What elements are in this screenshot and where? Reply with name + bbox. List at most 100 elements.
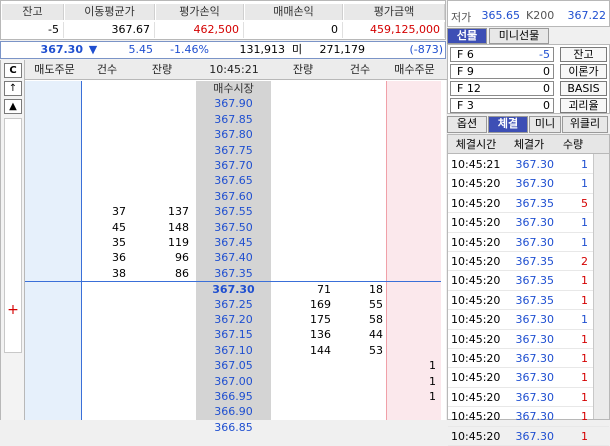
order-book-row[interactable]: 36 96 367.40	[25, 250, 441, 265]
price[interactable]: 366.90	[196, 404, 271, 419]
order-book-row[interactable]: 367.80	[25, 127, 441, 142]
balance-button[interactable]: 잔고	[560, 47, 607, 62]
theoretical-price-button[interactable]: 이론가	[560, 64, 607, 79]
price[interactable]: 367.80	[196, 127, 271, 142]
price[interactable]: 367.65	[196, 173, 271, 188]
quote-info: 저가 365.65 K200 367.22	[447, 0, 610, 27]
futures-row-f3[interactable]: F 3 0	[450, 98, 554, 113]
price[interactable]: 367.85	[196, 112, 271, 127]
buy-count: 44	[369, 328, 383, 342]
price[interactable]: 367.25	[196, 297, 271, 312]
trade-time: 10:45:20	[451, 274, 501, 288]
order-book-row[interactable]: 35 119 367.45	[25, 235, 441, 250]
tab-weekly[interactable]: 위클리	[562, 116, 608, 133]
price[interactable]: 367.70	[196, 158, 271, 173]
futures-list: F 6 -5 잔고 F 9 0 이론가 F 12 0 BASIS F 3 0 괴…	[447, 44, 610, 114]
order-book-row[interactable]: 37 137 367.55	[25, 204, 441, 219]
trade-time: 10:45:20	[451, 410, 501, 424]
price-change: 5.45	[128, 43, 154, 56]
futures-value: 0	[543, 82, 550, 95]
order-book-row[interactable]: 367.15 136 44	[25, 327, 441, 342]
trade-time: 10:45:20	[451, 332, 501, 346]
buy-qty: 71	[317, 283, 331, 297]
order-book-row[interactable]: 45 148 367.50	[25, 220, 441, 235]
tab-trades[interactable]: 체결	[488, 116, 528, 133]
buy-order: 1	[429, 374, 436, 388]
order-book-row[interactable]: 367.20 175 58	[25, 312, 441, 327]
order-book-row[interactable]: 367.05 1	[25, 358, 441, 373]
trade-row: 10:45:20 367.30 1	[448, 174, 609, 194]
buy-order: 1	[429, 359, 436, 373]
futures-value: 0	[543, 65, 550, 78]
order-book-row[interactable]: 367.60	[25, 189, 441, 204]
price[interactable]: 366.85	[196, 420, 271, 435]
price[interactable]: 367.40	[196, 250, 271, 265]
trade-scrollbar[interactable]	[593, 154, 609, 419]
order-book-row[interactable]: 367.10 144 53	[25, 343, 441, 358]
tab-mini-futures[interactable]: 미니선물	[489, 28, 549, 44]
trade-qty: 1	[581, 274, 588, 288]
price[interactable]: 367.50	[196, 220, 271, 235]
price[interactable]: 367.55	[196, 204, 271, 219]
trade-qty: 5	[581, 196, 588, 210]
low-price-label: 저가	[451, 11, 472, 24]
price[interactable]: 367.20	[196, 312, 271, 327]
buy-qty: 136	[310, 328, 331, 342]
trade-price: 367.35	[515, 293, 555, 307]
order-book-row[interactable]: 366.85	[25, 420, 441, 435]
header-buy-qty: 잔량	[292, 63, 314, 76]
header-trade-time: 체결시간	[455, 138, 497, 151]
futures-row-f12[interactable]: F 12 0	[450, 81, 554, 96]
price[interactable]: 367.15	[196, 327, 271, 342]
tab-futures[interactable]: 선물	[447, 28, 487, 44]
order-book-row[interactable]: 367.25 169 55	[25, 297, 441, 312]
buy-count: 53	[369, 343, 383, 357]
tab-options[interactable]: 옵션	[447, 116, 487, 133]
trade-qty: 1	[581, 313, 588, 327]
clear-button[interactable]: C	[4, 63, 22, 78]
tab-mini[interactable]: 미니	[529, 116, 561, 133]
order-book-row[interactable]: 매수시장	[25, 81, 441, 96]
price[interactable]: 367.45	[196, 235, 271, 250]
order-book-row[interactable]: 366.95 1	[25, 389, 441, 404]
price[interactable]: 367.90	[196, 96, 271, 111]
buy-count: 58	[369, 313, 383, 326]
trade-price: 367.30	[515, 332, 555, 346]
buy-count: 55	[369, 297, 383, 311]
trade-time: 10:45:20	[451, 216, 501, 230]
order-book-row[interactable]: 367.70	[25, 158, 441, 173]
order-book-row[interactable]: 367.90	[25, 96, 441, 111]
price[interactable]: 367.30	[196, 282, 271, 297]
order-book-row[interactable]: 38 86 367.35	[25, 266, 441, 281]
price[interactable]: 367.35	[196, 266, 271, 281]
trade-price: 367.30	[515, 158, 555, 171]
basis-button[interactable]: BASIS	[560, 81, 607, 96]
order-book-row[interactable]: 367.65	[25, 173, 441, 188]
price[interactable]: 367.60	[196, 189, 271, 204]
futures-value: 0	[543, 99, 550, 112]
trade-qty: 1	[581, 293, 588, 307]
summary-header-eval-pl: 평가손익	[156, 4, 244, 20]
price[interactable]: 매수시장	[196, 81, 271, 96]
order-book-row[interactable]: 367.75	[25, 143, 441, 158]
order-book-row[interactable]: 367.85	[25, 112, 441, 127]
disparity-button[interactable]: 괴리율	[560, 98, 607, 113]
sell-qty: 119	[168, 236, 189, 249]
price[interactable]: 367.75	[196, 143, 271, 158]
trade-time: 10:45:21	[451, 158, 501, 171]
futures-row-f9[interactable]: F 9 0	[450, 64, 554, 79]
price[interactable]: 367.10	[196, 343, 271, 358]
trade-price: 367.30	[515, 216, 555, 230]
trade-row: 10:45:20 367.35 5	[448, 194, 609, 214]
price[interactable]: 366.95	[196, 389, 271, 404]
trade-tabs: 옵션 체결 미니 위클리	[447, 116, 610, 133]
order-book-row[interactable]: 367.30 71 18	[25, 281, 441, 296]
order-book-row[interactable]: 366.90	[25, 404, 441, 419]
trade-time: 10:45:20	[451, 429, 501, 443]
order-book-row[interactable]: 367.00 1	[25, 374, 441, 389]
price[interactable]: 367.00	[196, 374, 271, 389]
futures-row-f6[interactable]: F 6 -5	[450, 47, 554, 62]
price[interactable]: 367.05	[196, 358, 271, 373]
order-book-body: 매수시장 367.90 367.85 367.80 367.75 367.70 367.65…	[1, 81, 447, 434]
trade-list-header: 체결시간 체결가 수량	[448, 135, 609, 154]
